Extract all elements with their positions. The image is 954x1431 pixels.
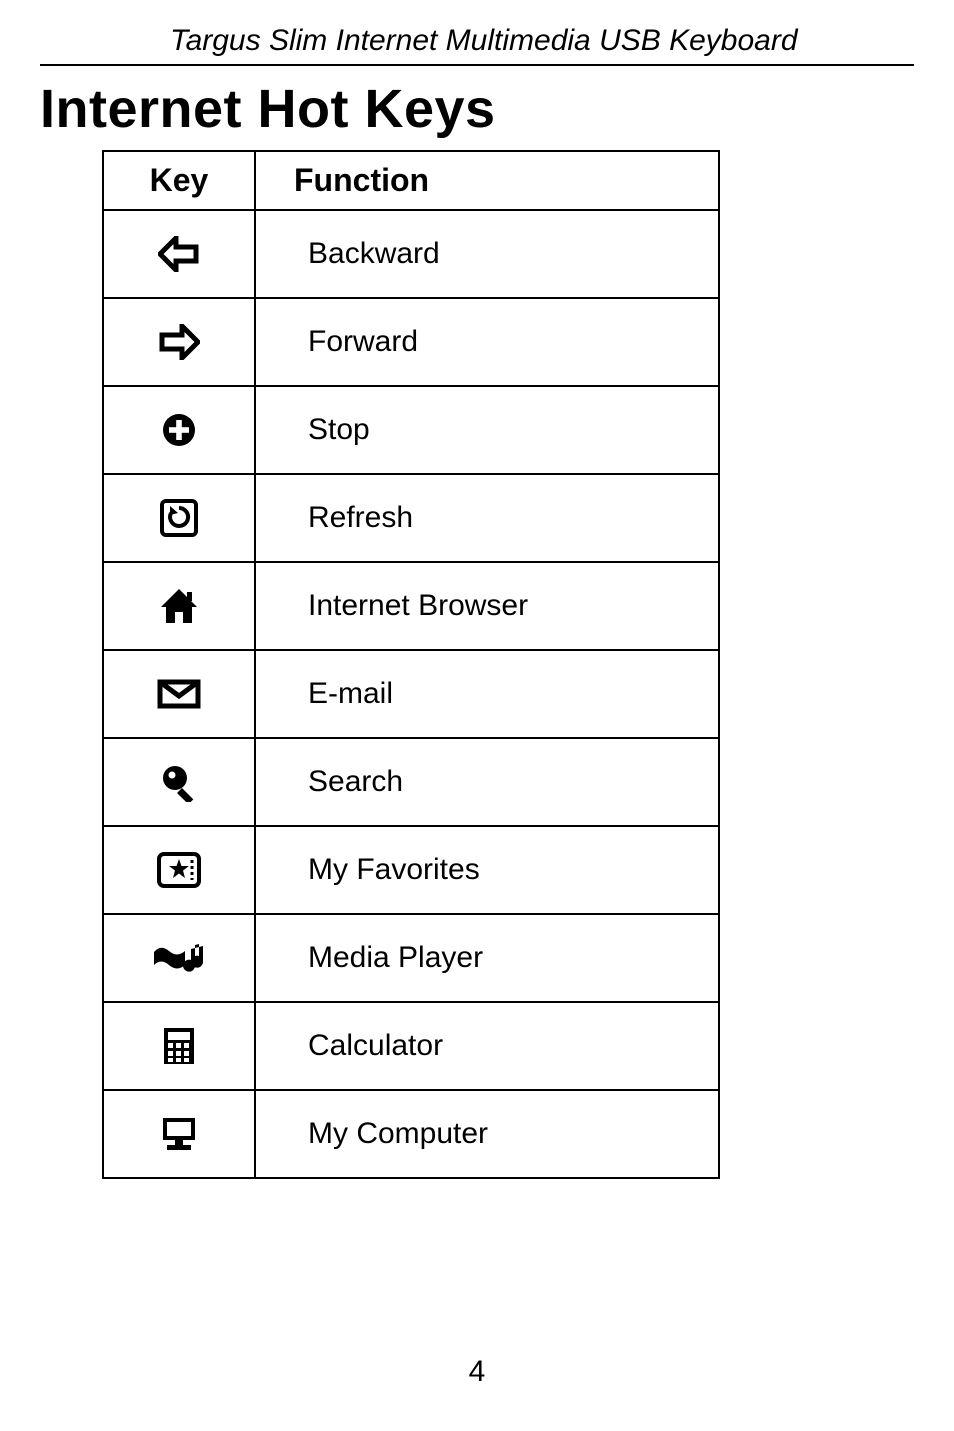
forward-arrow-icon bbox=[158, 324, 200, 360]
hotkeys-table-wrap: Key Function Backward bbox=[40, 150, 914, 1179]
table-header-function: Function bbox=[255, 151, 719, 210]
function-cell: Media Player bbox=[255, 914, 719, 1002]
table-row: Stop bbox=[103, 386, 719, 474]
search-icon bbox=[159, 762, 199, 802]
stop-icon bbox=[161, 412, 197, 448]
function-cell: My Favorites bbox=[255, 826, 719, 914]
function-cell: Internet Browser bbox=[255, 562, 719, 650]
function-cell: E-mail bbox=[255, 650, 719, 738]
table-row: My Computer bbox=[103, 1090, 719, 1178]
media-player-icon bbox=[151, 939, 207, 977]
refresh-icon bbox=[159, 498, 199, 538]
table-header-row: Key Function bbox=[103, 151, 719, 210]
calculator-icon bbox=[162, 1026, 196, 1066]
page: Targus Slim Internet Multimedia USB Keyb… bbox=[0, 0, 954, 1431]
key-cell bbox=[103, 650, 255, 738]
table-row: E-mail bbox=[103, 650, 719, 738]
table-row: Refresh bbox=[103, 474, 719, 562]
hotkeys-table: Key Function Backward bbox=[102, 150, 720, 1179]
favorites-icon bbox=[156, 851, 202, 889]
table-row: Backward bbox=[103, 210, 719, 298]
table-row: My Favorites bbox=[103, 826, 719, 914]
page-number: 4 bbox=[0, 1355, 954, 1389]
function-cell: My Computer bbox=[255, 1090, 719, 1178]
function-cell: Search bbox=[255, 738, 719, 826]
table-row: Forward bbox=[103, 298, 719, 386]
mail-icon bbox=[157, 679, 201, 709]
section-title: Internet Hot Keys bbox=[40, 78, 914, 140]
back-arrow-icon bbox=[158, 236, 200, 272]
table-row: Media Player bbox=[103, 914, 719, 1002]
table-row: Calculator bbox=[103, 1002, 719, 1090]
key-cell bbox=[103, 474, 255, 562]
function-cell: Calculator bbox=[255, 1002, 719, 1090]
computer-icon bbox=[159, 1115, 199, 1153]
table-row: Internet Browser bbox=[103, 562, 719, 650]
function-cell: Backward bbox=[255, 210, 719, 298]
table-row: Search bbox=[103, 738, 719, 826]
key-cell bbox=[103, 386, 255, 474]
page-header: Targus Slim Internet Multimedia USB Keyb… bbox=[40, 0, 914, 58]
table-header-key: Key bbox=[103, 151, 255, 210]
key-cell bbox=[103, 738, 255, 826]
function-cell: Refresh bbox=[255, 474, 719, 562]
product-title: Targus Slim Internet Multimedia USB Keyb… bbox=[170, 24, 874, 58]
key-cell bbox=[103, 562, 255, 650]
key-cell bbox=[103, 914, 255, 1002]
home-icon bbox=[159, 587, 199, 625]
function-cell: Stop bbox=[255, 386, 719, 474]
key-cell bbox=[103, 1090, 255, 1178]
key-cell bbox=[103, 210, 255, 298]
function-cell: Forward bbox=[255, 298, 719, 386]
header-divider bbox=[40, 64, 914, 66]
key-cell bbox=[103, 826, 255, 914]
key-cell bbox=[103, 298, 255, 386]
key-cell bbox=[103, 1002, 255, 1090]
